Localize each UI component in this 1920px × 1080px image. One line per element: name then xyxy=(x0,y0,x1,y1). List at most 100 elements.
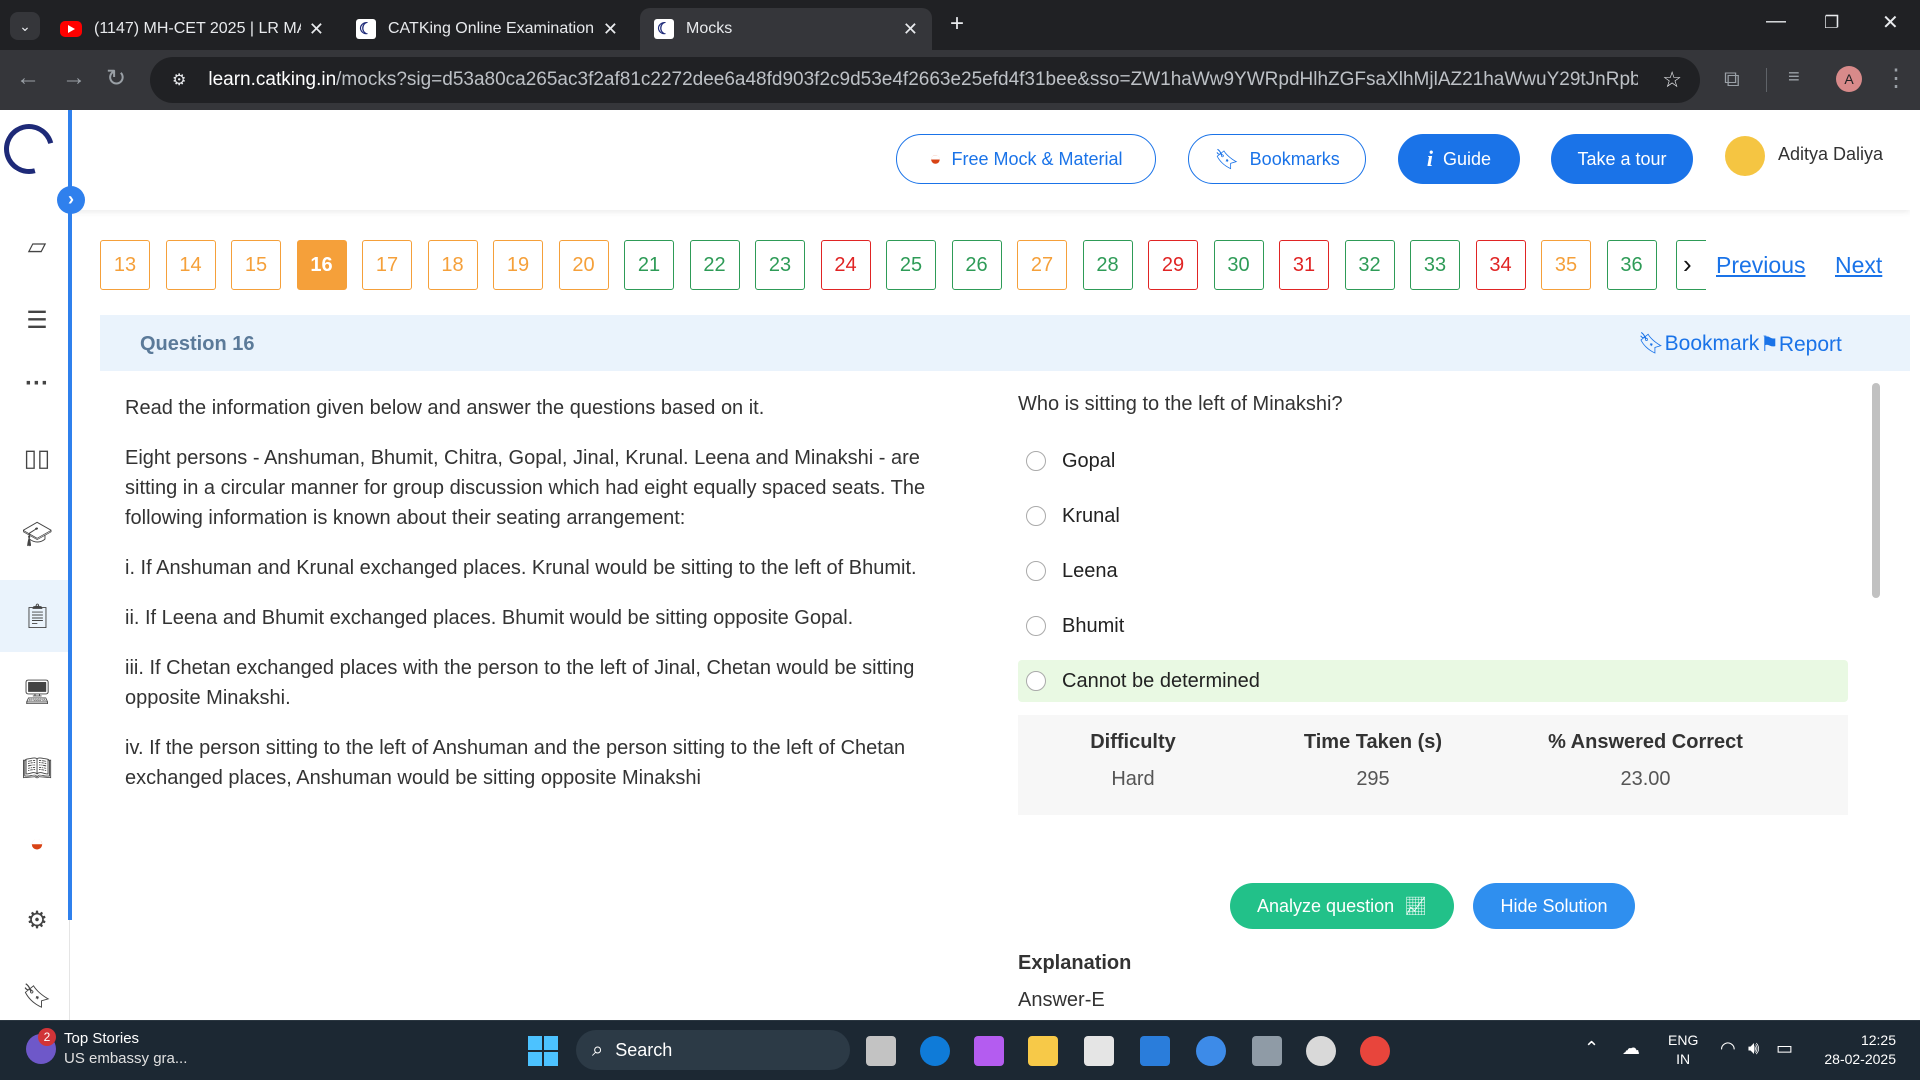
new-tab-icon[interactable]: + xyxy=(950,10,964,38)
bookmarks-button[interactable]: 🔖︎ Bookmarks xyxy=(1188,134,1366,184)
copilot-icon[interactable] xyxy=(974,1036,1004,1066)
question-nav-button[interactable]: 17 xyxy=(362,240,412,290)
url-text[interactable]: learn.catking.in/mocks?sig=d53a80ca265ac… xyxy=(208,69,1638,91)
news-subtitle[interactable]: US embassy gra... xyxy=(64,1050,187,1067)
task-view-icon[interactable] xyxy=(866,1036,896,1066)
clipboard-icon[interactable]: 📋︎ xyxy=(22,602,52,632)
question-nav-button[interactable]: 15 xyxy=(231,240,281,290)
forward-icon[interactable]: → xyxy=(62,64,86,92)
tab-close-icon[interactable]: ✕ xyxy=(309,19,324,40)
question-nav-button[interactable]: 34 xyxy=(1475,240,1526,290)
more-icon[interactable]: ··· xyxy=(22,370,52,400)
question-nav-button[interactable]: 25 xyxy=(886,240,936,290)
ebook-icon[interactable]: 📖︎ xyxy=(22,754,52,784)
question-nav-button[interactable]: 21 xyxy=(624,240,674,290)
question-nav-button[interactable]: 26 xyxy=(951,240,1002,290)
menu-icon[interactable]: ⋮ xyxy=(1884,64,1908,93)
list-icon[interactable]: ☰ xyxy=(22,306,52,336)
file-explorer-icon[interactable] xyxy=(1028,1036,1058,1066)
option-a[interactable]: Gopal xyxy=(1018,440,1848,482)
home-icon[interactable]: ▱ xyxy=(22,232,52,262)
user-avatar[interactable] xyxy=(1725,136,1765,176)
tab-search-button[interactable]: ⌄ xyxy=(10,12,40,40)
news-title[interactable]: Top Stories xyxy=(64,1030,139,1047)
previous-link[interactable]: Previous xyxy=(1716,252,1805,279)
radio-button[interactable] xyxy=(1026,451,1046,471)
onedrive-icon[interactable]: ☁ xyxy=(1622,1038,1640,1059)
question-nav-button[interactable]: 19 xyxy=(493,240,543,290)
report-question-link[interactable]: ⚑Report xyxy=(1760,332,1842,357)
calculator-icon[interactable] xyxy=(1252,1036,1282,1066)
chrome-icon[interactable] xyxy=(1360,1036,1390,1066)
hide-solution-button[interactable]: Hide Solution xyxy=(1473,883,1635,929)
tray-overflow-icon[interactable]: ⌃ xyxy=(1584,1038,1599,1059)
radio-button[interactable] xyxy=(1026,506,1046,526)
scrollbar-thumb[interactable] xyxy=(1872,383,1880,598)
option-b[interactable]: Krunal xyxy=(1018,495,1848,537)
question-nav-button[interactable]: 24 xyxy=(820,240,871,290)
windows-start-icon[interactable] xyxy=(528,1036,558,1066)
taskbar-search[interactable]: ⌕ Search xyxy=(576,1030,850,1070)
question-nav-button[interactable]: 33 xyxy=(1410,240,1460,290)
question-nav-button[interactable]: 14 xyxy=(165,240,216,290)
myhp-icon[interactable] xyxy=(1140,1036,1170,1066)
question-nav-button[interactable]: 32 xyxy=(1344,240,1395,290)
question-nav-scroll-right[interactable]: › xyxy=(1676,240,1706,290)
question-nav-button[interactable]: 28 xyxy=(1082,240,1133,290)
question-nav-button[interactable]: 13 xyxy=(100,240,150,290)
analyze-question-button[interactable]: Analyze question 📈︎ xyxy=(1230,883,1454,929)
help-icon[interactable] xyxy=(1196,1036,1226,1066)
window-close-icon[interactable]: ✕ xyxy=(1882,10,1899,35)
browser-tab-active[interactable]: ☾ Mocks ✕ xyxy=(640,8,932,50)
tab-close-icon[interactable]: ✕ xyxy=(903,19,918,40)
guide-button[interactable]: i Guide xyxy=(1398,134,1520,184)
address-bar[interactable]: ⚙ learn.catking.in/mocks?sig=d53a80ca265… xyxy=(150,57,1700,103)
question-nav-button[interactable]: 23 xyxy=(755,240,805,290)
question-nav-button[interactable]: 16 xyxy=(296,240,347,290)
back-icon[interactable]: ← xyxy=(16,64,40,92)
reload-icon[interactable]: ↻ xyxy=(106,64,126,93)
browser-tab[interactable]: ☾ CATKing Online Examination Pla ✕ xyxy=(342,8,632,50)
question-nav-button[interactable]: 30 xyxy=(1213,240,1264,290)
wifi-icon[interactable]: ◠ xyxy=(1720,1038,1736,1059)
sidebar-expand-button[interactable]: › xyxy=(57,186,85,214)
bookmark-icon[interactable]: 🔖︎ xyxy=(22,982,52,1012)
option-c[interactable]: Leena xyxy=(1018,550,1848,592)
system-clock[interactable]: 12:25 28-02-2025 xyxy=(1808,1031,1896,1069)
question-nav-button[interactable]: 18 xyxy=(427,240,478,290)
question-nav-button[interactable]: 20 xyxy=(558,240,609,290)
events-icon[interactable]: ⚙ xyxy=(22,906,52,936)
site-info-icon[interactable]: ⚙ xyxy=(172,70,186,90)
free-mock-button[interactable]: ◒ Free Mock & Material xyxy=(896,134,1156,184)
tab-close-icon[interactable]: ✕ xyxy=(603,19,618,40)
diya-icon[interactable]: ◒ xyxy=(22,830,52,860)
store-icon[interactable] xyxy=(1084,1036,1114,1066)
catking-logo[interactable] xyxy=(0,114,64,184)
media-control-icon[interactable]: ≡ xyxy=(1788,66,1800,89)
question-nav-button[interactable]: 36 xyxy=(1606,240,1657,290)
restore-icon[interactable]: ❐ xyxy=(1824,13,1839,33)
option-e-correct[interactable]: Cannot be determined xyxy=(1018,660,1848,702)
profile-avatar[interactable]: A xyxy=(1836,66,1862,92)
graduation-cap-icon[interactable]: 🎓︎ xyxy=(22,520,52,550)
question-nav-button[interactable]: 31 xyxy=(1279,240,1329,290)
bookmark-star-icon[interactable]: ☆ xyxy=(1662,67,1682,93)
presentation-icon[interactable]: 🖥︎ xyxy=(22,678,52,708)
question-nav-button[interactable]: 22 xyxy=(689,240,740,290)
radio-button[interactable] xyxy=(1026,671,1046,691)
question-nav-button[interactable]: 27 xyxy=(1017,240,1067,290)
edge-icon[interactable] xyxy=(920,1036,950,1066)
radio-button[interactable] xyxy=(1026,561,1046,581)
minimize-icon[interactable]: — xyxy=(1766,10,1786,33)
columns-icon[interactable]: ▯▯ xyxy=(22,444,52,474)
clock-icon[interactable] xyxy=(1306,1036,1336,1066)
question-nav-button[interactable]: 29 xyxy=(1148,240,1198,290)
take-a-tour-button[interactable]: Take a tour xyxy=(1551,134,1693,184)
battery-icon[interactable]: ▭ xyxy=(1776,1038,1793,1059)
user-name[interactable]: Aditya Daliya xyxy=(1778,144,1883,165)
radio-button[interactable] xyxy=(1026,616,1046,636)
extensions-icon[interactable]: ⧉ xyxy=(1724,66,1740,92)
question-nav-button[interactable]: 35 xyxy=(1541,240,1591,290)
next-link[interactable]: Next xyxy=(1835,252,1882,279)
option-d[interactable]: Bhumit xyxy=(1018,605,1848,647)
